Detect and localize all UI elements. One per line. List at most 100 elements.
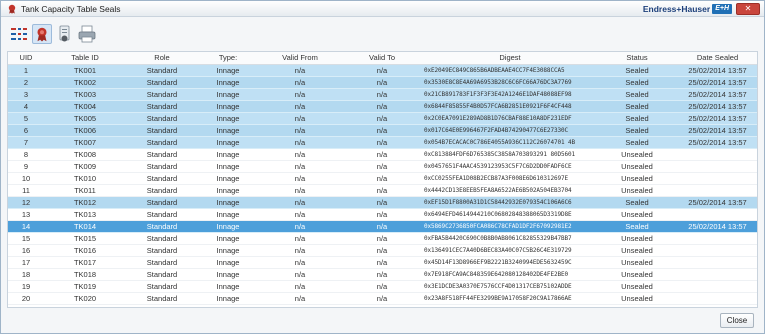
- cell-table-id: TK001: [44, 64, 126, 77]
- column-header-type[interactable]: Type:: [198, 52, 258, 65]
- cell-valid-to: n/a: [342, 64, 422, 77]
- cell-digest: 0x4442CD13E8EEB5FEA8A6522AE6B502A504EB37…: [422, 184, 598, 197]
- column-header-digest[interactable]: Digest: [422, 52, 598, 65]
- cell-type: Innage: [198, 268, 258, 281]
- cell-status: Unsealed: [598, 184, 676, 197]
- table-row[interactable]: 4 TK004 Standard Innage n/a n/a 0x6844F85855F4…: [8, 100, 757, 113]
- cell-valid-from: n/a: [258, 160, 342, 173]
- cell-status: Sealed: [598, 136, 676, 149]
- cell-date-sealed: [676, 280, 757, 293]
- cell-status: Unsealed: [598, 160, 676, 173]
- cell-uid: 19: [8, 280, 44, 293]
- cell-table-id: TK006: [44, 124, 126, 137]
- cell-uid: 4: [8, 100, 44, 113]
- cell-status: Sealed: [598, 220, 676, 233]
- table-row[interactable]: 13 TK013 Standard Innage n/a n/a 0x6494EFD4614…: [8, 208, 757, 221]
- cell-status: Unsealed: [598, 256, 676, 269]
- table-row[interactable]: 14 TK014 Standard Innage n/a n/a 0x5869C273685…: [8, 220, 757, 233]
- column-header-role[interactable]: Role: [126, 52, 198, 65]
- table-row[interactable]: 20 TK020 Standard Innage n/a n/a 0x23A8F518FF4…: [8, 292, 757, 305]
- table-row[interactable]: 10 TK010 Standard Innage n/a n/a 0xCC0255FEA1D…: [8, 172, 757, 185]
- cell-status: Sealed: [598, 100, 676, 113]
- cell-digest: 0x3E1DCDE3A0370E7576CCF4D01317CEB75102AD…: [422, 280, 598, 293]
- audit-icon[interactable]: [55, 24, 75, 44]
- table-row[interactable]: 15 TK015 Standard Innage n/a n/a 0xFBA5B4420C6…: [8, 232, 757, 245]
- cell-digest: 0x21CB891783F1F3F3F3E42A1246E1DAF48088EF…: [422, 88, 598, 101]
- cell-uid: 13: [8, 208, 44, 221]
- cell-role: Standard: [126, 76, 198, 89]
- cell-digest: 0xC813884FDF6D765385C3858A703893291 80D5…: [422, 148, 598, 161]
- cell-uid: 1: [8, 64, 44, 77]
- cell-status: Sealed: [598, 88, 676, 101]
- table-row[interactable]: 8 TK008 Standard Innage n/a n/a 0xC813884FDF6D…: [8, 148, 757, 161]
- cell-role: Standard: [126, 112, 198, 125]
- cell-type: Innage: [198, 76, 258, 89]
- column-header-table-id[interactable]: Table ID: [44, 52, 126, 65]
- cell-role: Standard: [126, 124, 198, 137]
- table-row[interactable]: 16 TK016 Standard Innage n/a n/a 0x136491CEC7A…: [8, 244, 757, 257]
- cell-digest: 0x3530E8C8E4A69A6953B28C6C6FC66A76DC3A77…: [422, 76, 598, 89]
- cell-valid-to: n/a: [342, 220, 422, 233]
- cell-role: Standard: [126, 292, 198, 305]
- column-header-uid[interactable]: UID: [8, 52, 44, 65]
- list-view-icon[interactable]: [9, 24, 29, 44]
- cell-type: Innage: [198, 124, 258, 137]
- seal-icon: [8, 4, 16, 14]
- cell-date-sealed: 25/02/2014 13:57: [676, 196, 757, 209]
- cell-valid-from: n/a: [258, 232, 342, 245]
- cell-type: Innage: [198, 172, 258, 185]
- close-button[interactable]: Close: [720, 313, 754, 328]
- column-header-status[interactable]: Status: [598, 52, 676, 65]
- cell-date-sealed: [676, 208, 757, 221]
- cell-digest: 0xCC0255FEA1D08B2ECB87A3F008E6D610312697…: [422, 172, 598, 185]
- cell-date-sealed: [676, 148, 757, 161]
- cell-status: Sealed: [598, 64, 676, 77]
- cell-type: Innage: [198, 160, 258, 173]
- cell-digest: 0x7E918FCA9AC848359E642080128402DE4FE2BE…: [422, 268, 598, 281]
- table-row[interactable]: 5 TK005 Standard Innage n/a n/a 0x2C0EA7091E28…: [8, 112, 757, 125]
- table-row[interactable]: 9 TK009 Standard Innage n/a n/a 0x0457651F4AAC…: [8, 160, 757, 173]
- cell-date-sealed: 25/02/2014 13:57: [676, 64, 757, 77]
- cell-date-sealed: 25/02/2014 13:57: [676, 136, 757, 149]
- cell-table-id: TK002: [44, 76, 126, 89]
- cell-role: Standard: [126, 220, 198, 233]
- column-header-date-sealed[interactable]: Date Sealed: [676, 52, 757, 65]
- table-row[interactable]: 11 TK011 Standard Innage n/a n/a 0x4442CD13E8E…: [8, 184, 757, 197]
- table-row[interactable]: 1 TK001 Standard Innage n/a n/a 0xE2049EC849C8…: [8, 64, 757, 77]
- cell-digest: 0x2C0EA7091E289AD8B1D76CBAF88E10A8DF231E…: [422, 112, 598, 125]
- cell-valid-to: n/a: [342, 292, 422, 305]
- cell-uid: 8: [8, 148, 44, 161]
- cell-uid: 10: [8, 172, 44, 185]
- cell-table-id: TK003: [44, 88, 126, 101]
- cell-digest: 0x0457651F4AAC4539123953C5F7C6D2DD0FADF6…: [422, 160, 598, 173]
- cell-type: Innage: [198, 280, 258, 293]
- table-row[interactable]: 17 TK017 Standard Innage n/a n/a 0x45D14F13D89…: [8, 256, 757, 269]
- table-row[interactable]: 18 TK018 Standard Innage n/a n/a 0x7E918FCA9AC…: [8, 268, 757, 281]
- table-row[interactable]: 3 TK003 Standard Innage n/a n/a 0x21CB891783F1…: [8, 88, 757, 101]
- column-header-valid-from[interactable]: Valid From: [258, 52, 342, 65]
- cell-type: Innage: [198, 196, 258, 209]
- table-row[interactable]: 12 TK012 Standard Innage n/a n/a 0xEF15D1F8800…: [8, 196, 757, 209]
- table-row[interactable]: 2 TK002 Standard Innage n/a n/a 0x3530E8C8E4A6…: [8, 76, 757, 89]
- cell-digest: 0x017C64E0E996467F2FAD4B74290477C6E27330…: [422, 124, 598, 137]
- title-bar: Tank Capacity Table Seals Endress+Hauser…: [1, 1, 764, 17]
- cell-status: Unsealed: [598, 292, 676, 305]
- cell-valid-from: n/a: [258, 88, 342, 101]
- table-row[interactable]: 19 TK019 Standard Innage n/a n/a 0x3E1DCDE3A03…: [8, 280, 757, 293]
- cell-digest: 0x5869C2736850FCA086C78CFAD1DF2F67092981…: [422, 220, 598, 233]
- cell-table-id: TK013: [44, 208, 126, 221]
- cell-status: Unsealed: [598, 268, 676, 281]
- seal-icon[interactable]: [32, 24, 52, 44]
- cell-type: Innage: [198, 64, 258, 77]
- window-close-button[interactable]: ✕: [736, 3, 760, 15]
- cell-valid-from: n/a: [258, 184, 342, 197]
- table-row[interactable]: 7 TK007 Standard Innage n/a n/a 0x054B7ECACAC0…: [8, 136, 757, 149]
- column-header-valid-to[interactable]: Valid To: [342, 52, 422, 65]
- cell-status: Sealed: [598, 112, 676, 125]
- table-row[interactable]: 6 TK006 Standard Innage n/a n/a 0x017C64E0E996…: [8, 124, 757, 137]
- cell-digest: 0xE2049EC849C865B6ADBEAAE4CC7F4E3088CCA5: [422, 64, 598, 77]
- cell-valid-to: n/a: [342, 124, 422, 137]
- cell-uid: 3: [8, 88, 44, 101]
- print-icon[interactable]: [77, 24, 97, 44]
- cell-type: Innage: [198, 100, 258, 113]
